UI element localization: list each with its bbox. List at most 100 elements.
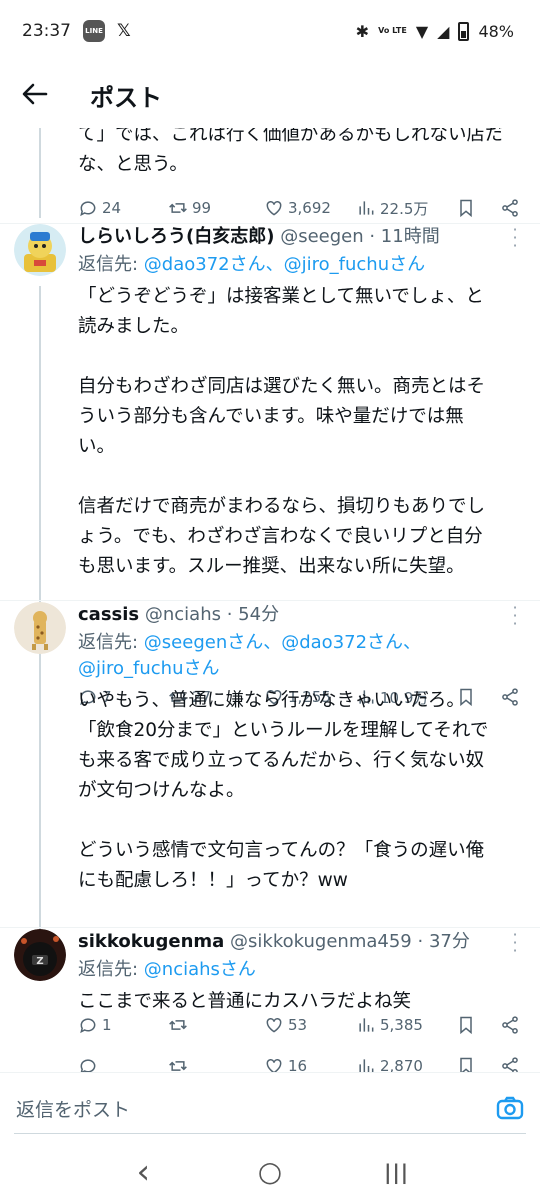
back-arrow-icon[interactable] xyxy=(0,79,70,112)
reply-count: 24 xyxy=(102,199,122,217)
avatar[interactable] xyxy=(14,224,66,276)
view-count: 5,385 xyxy=(380,1016,423,1034)
more-options-icon[interactable]: · · · xyxy=(512,927,518,959)
avatar[interactable] xyxy=(14,602,66,654)
reply-button[interactable]: 24 xyxy=(78,198,168,218)
action-bar: 24 99 3,692 22.5万 xyxy=(78,193,526,223)
display-name[interactable]: しらいしろう(白亥志郎) xyxy=(78,226,274,247)
reply-mentions[interactable]: @nciahsさん xyxy=(144,959,256,980)
thread-connector xyxy=(39,128,41,218)
tweet-text: いやもう、普通に嫌なら行かなきゃいいだろ。 「飲食20分まで」というルールを理解… xyxy=(78,690,489,891)
repost-button[interactable]: 99 xyxy=(168,198,264,218)
like-count: 16 xyxy=(288,1057,308,1072)
user-handle[interactable]: @nciahs xyxy=(145,604,221,625)
share-icon xyxy=(502,1057,518,1072)
like-count: 53 xyxy=(288,1016,308,1034)
reply-mentions-continued[interactable]: @jiro_fuchuさん xyxy=(78,658,219,679)
share-button[interactable] xyxy=(500,198,526,218)
share-icon xyxy=(502,199,518,217)
views-button[interactable]: 22.5万 xyxy=(356,198,456,219)
reply-mentions[interactable]: @seegenさん、@dao372さん、 xyxy=(144,632,421,653)
thread-connector xyxy=(39,664,41,930)
reply-icon xyxy=(80,1018,96,1034)
repost-icon xyxy=(169,1020,187,1030)
x-app-icon: 𝕏 xyxy=(117,21,131,41)
post-time: 11時間 xyxy=(380,226,440,247)
tweet-text: な、と思う。 xyxy=(78,154,188,175)
share-button[interactable] xyxy=(500,1015,526,1035)
battery-percent: 48% xyxy=(478,21,514,41)
action-bar: 16 2,870 xyxy=(78,1051,526,1072)
more-options-icon[interactable]: · · · xyxy=(512,600,518,632)
nav-recents-icon[interactable]: ||| xyxy=(377,1160,417,1184)
reply-to-line: 返信先: @dao372さん、@jiro_fuchuさん xyxy=(78,252,526,278)
post-time: 37分 xyxy=(428,931,470,952)
views-icon xyxy=(359,201,374,215)
reply-icon xyxy=(80,201,96,217)
views-button[interactable]: 5,385 xyxy=(356,1015,456,1035)
clock: 23:37 xyxy=(22,21,71,41)
bookmark-button[interactable] xyxy=(456,1015,500,1035)
like-button[interactable]: 3,692 xyxy=(264,198,356,218)
like-button[interactable]: 53 xyxy=(264,1015,356,1035)
heart-icon xyxy=(266,1017,282,1033)
volte-icon: Vo LTE xyxy=(378,26,407,35)
display-name[interactable]: cassis xyxy=(78,604,139,625)
tweet-header: cassis @nciahs · 54分 · · · xyxy=(78,598,518,633)
display-name[interactable]: sikkokugenma xyxy=(78,931,224,952)
bookmark-icon xyxy=(460,1057,472,1072)
composer-underline xyxy=(14,1133,526,1134)
more-options-icon[interactable]: · · · xyxy=(512,222,518,254)
reply-to-label: 返信先: xyxy=(78,632,144,653)
repost-icon xyxy=(169,1061,187,1071)
share-icon xyxy=(502,1016,518,1034)
share-button[interactable] xyxy=(500,1056,526,1072)
repost-count: 99 xyxy=(192,199,212,217)
battery-icon xyxy=(458,21,470,41)
reply-to-line: 返信先: @nciahsさん xyxy=(78,957,526,983)
view-count: 2,870 xyxy=(380,1057,423,1072)
views-icon xyxy=(359,1018,374,1032)
bookmark-icon xyxy=(460,199,472,218)
status-left: 23:37 LINE 𝕏 xyxy=(22,20,131,42)
user-handle[interactable]: @seegen xyxy=(280,226,363,247)
nav-home-icon[interactable]: ○ xyxy=(250,1155,290,1188)
repost-button[interactable] xyxy=(168,1015,264,1035)
views-button[interactable]: 2,870 xyxy=(356,1056,456,1072)
divider xyxy=(0,600,540,601)
divider xyxy=(0,927,540,928)
tweet-header: sikkokugenma @sikkokugenma459 · 37分 · · · xyxy=(78,925,518,960)
wifi-icon: ▼ xyxy=(415,21,429,41)
bookmark-button[interactable] xyxy=(456,1056,500,1072)
reply-composer[interactable]: 返信をポスト xyxy=(0,1072,540,1144)
tweet-text: 「どうぞどうぞ」は接客業として無いでしょ、と 読みました。 自分もわざわざ同店は… xyxy=(78,286,486,577)
reply-to-label: 返信先: xyxy=(78,254,144,275)
reply-button[interactable]: 1 xyxy=(78,1015,168,1035)
reply-input[interactable]: 返信をポスト xyxy=(16,1095,130,1122)
reply-count: 1 xyxy=(102,1016,112,1034)
reply-mentions[interactable]: @dao372さん、@jiro_fuchuさん xyxy=(144,254,425,275)
nav-back-icon[interactable]: ‹ xyxy=(123,1152,163,1192)
repost-button[interactable] xyxy=(168,1056,264,1072)
avatar[interactable]: Z xyxy=(14,929,66,981)
bluetooth-icon: ✱ xyxy=(355,21,370,41)
camera-icon[interactable] xyxy=(496,1095,524,1121)
status-right: ✱ Vo LTE ▼ ◢ 48% xyxy=(355,21,514,41)
reply-button[interactable] xyxy=(78,1056,168,1072)
thread-feed[interactable]: て」では、これは行く価値があるかもしれない店だ な、と思う。 24 99 3,6… xyxy=(0,128,540,1072)
bookmark-icon xyxy=(460,1016,472,1035)
user-handle[interactable]: @sikkokugenma459 xyxy=(230,931,412,952)
tweet-text: ここまで来ると普通にカスハラだよね笑 xyxy=(78,991,412,1012)
heart-icon xyxy=(266,1058,282,1072)
tweet-text-cut: て」では、これは行く価値があるかもしれない店だ xyxy=(78,128,504,145)
like-button[interactable]: 16 xyxy=(264,1056,356,1072)
line-app-icon: LINE xyxy=(83,20,105,42)
reply-to-label: 返信先: xyxy=(78,959,144,980)
post-time: 54分 xyxy=(238,604,280,625)
bookmark-button[interactable] xyxy=(456,198,500,218)
signal-icon: ◢ xyxy=(437,21,450,41)
tweet-header: しらいしろう(白亥志郎) @seegen · 11時間 · · · xyxy=(78,220,518,255)
top-header: ポスト xyxy=(0,62,540,128)
views-icon xyxy=(359,1059,374,1072)
page-title: ポスト xyxy=(90,83,162,112)
